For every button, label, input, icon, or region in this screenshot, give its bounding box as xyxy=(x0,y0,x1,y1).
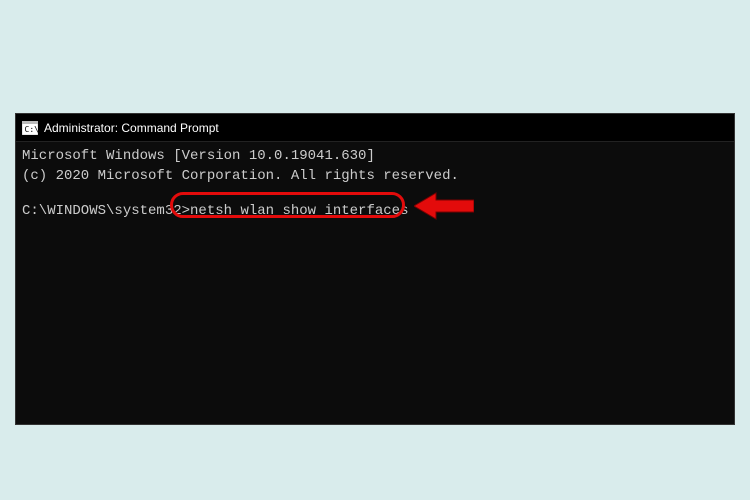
annotation-arrow-icon xyxy=(414,191,474,221)
cmd-icon: C:\ xyxy=(22,121,38,135)
command-input[interactable]: netsh wlan show interfaces xyxy=(190,203,408,219)
title-bar: C:\ Administrator: Command Prompt xyxy=(16,114,734,142)
prompt-line: C:\WINDOWS\system32>netsh wlan show inte… xyxy=(22,201,728,221)
command-prompt-window: C:\ Administrator: Command Prompt Micros… xyxy=(15,113,735,425)
output-line-copyright: (c) 2020 Microsoft Corporation. All righ… xyxy=(22,166,728,186)
terminal-body[interactable]: Microsoft Windows [Version 10.0.19041.63… xyxy=(16,142,734,424)
svg-text:C:\: C:\ xyxy=(25,125,39,134)
prompt-path: C:\WINDOWS\system32> xyxy=(22,203,190,219)
window-title: Administrator: Command Prompt xyxy=(44,121,219,135)
output-line-version: Microsoft Windows [Version 10.0.19041.63… xyxy=(22,146,728,166)
